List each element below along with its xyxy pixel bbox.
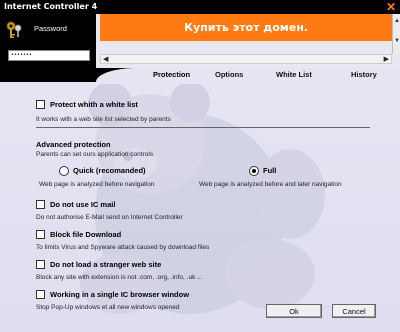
scroll-left-icon[interactable]: ◀ bbox=[103, 55, 108, 64]
scroll-right-icon[interactable]: ▶ bbox=[384, 55, 389, 64]
password-field[interactable]: ••••••• bbox=[8, 50, 90, 61]
stranger-site-description: Block any site with extension is not .co… bbox=[36, 274, 203, 281]
tab-bar bbox=[0, 68, 400, 82]
scroll-up-icon[interactable]: ▲ bbox=[393, 18, 400, 28]
ic-mail-description: Do not authorise E-Mail send on Internet… bbox=[36, 214, 183, 221]
white-list-description: It works with a web site list selected b… bbox=[36, 116, 171, 123]
advanced-heading: Advanced protection bbox=[36, 140, 111, 149]
full-radio[interactable] bbox=[249, 166, 259, 176]
full-description: Web page is analyzed before and later na… bbox=[199, 181, 342, 188]
window-title: Internet Controller 4 bbox=[4, 2, 98, 11]
single-window-label: Working in a single IC browser window bbox=[50, 290, 190, 299]
stranger-site-checkbox[interactable] bbox=[36, 260, 45, 269]
white-list-checkbox[interactable] bbox=[36, 100, 45, 109]
quick-radio[interactable] bbox=[59, 166, 69, 176]
advanced-subtitle: Parents can set ours application control… bbox=[36, 151, 154, 158]
tab-protection[interactable]: Protection bbox=[153, 70, 190, 79]
ad-vertical-scrollbar[interactable]: ▲ ▼ bbox=[392, 14, 400, 54]
login-panel: Password ••••••• bbox=[0, 14, 96, 68]
protection-panel: Protect whith a white list It works with… bbox=[0, 82, 400, 332]
tab-history[interactable]: History bbox=[351, 70, 377, 79]
quick-description: Web page is analyzed before navigation bbox=[39, 181, 155, 188]
ad-banner-text: Купить этот домен. bbox=[184, 21, 308, 34]
title-bar: Internet Controller 4 ✕ bbox=[0, 0, 400, 14]
ok-button[interactable]: Ok bbox=[266, 304, 322, 318]
ic-mail-label: Do not use IC mail bbox=[50, 200, 116, 209]
block-download-label: Block file Download bbox=[50, 230, 122, 239]
block-download-checkbox[interactable] bbox=[36, 230, 45, 239]
separator bbox=[36, 127, 370, 128]
full-radio-label: Full bbox=[263, 166, 277, 175]
close-icon[interactable]: ✕ bbox=[386, 0, 396, 14]
tab-white-list[interactable]: White List bbox=[276, 70, 312, 79]
cancel-button[interactable]: Cancel bbox=[332, 304, 376, 318]
stranger-site-label: Do not load a stranger web site bbox=[50, 260, 162, 269]
ic-mail-checkbox[interactable] bbox=[36, 200, 45, 209]
keys-icon bbox=[6, 21, 22, 38]
scroll-down-icon[interactable]: ▼ bbox=[393, 38, 400, 48]
password-label: Password bbox=[34, 24, 67, 33]
single-window-checkbox[interactable] bbox=[36, 290, 45, 299]
single-window-description: Stop Pop-Up windows et all new windows o… bbox=[36, 304, 180, 311]
tab-options[interactable]: Options bbox=[215, 70, 243, 79]
quick-radio-label: Quick (recomanded) bbox=[73, 166, 146, 175]
ad-banner[interactable]: Купить этот домен. bbox=[100, 14, 392, 41]
white-list-label: Protect whith a white list bbox=[50, 100, 138, 109]
ad-horizontal-scrollbar[interactable]: ◀ ▶ bbox=[100, 54, 392, 64]
radio-selected-dot bbox=[252, 169, 256, 173]
block-download-description: To limits Virus and Spyware attack cause… bbox=[36, 244, 210, 251]
